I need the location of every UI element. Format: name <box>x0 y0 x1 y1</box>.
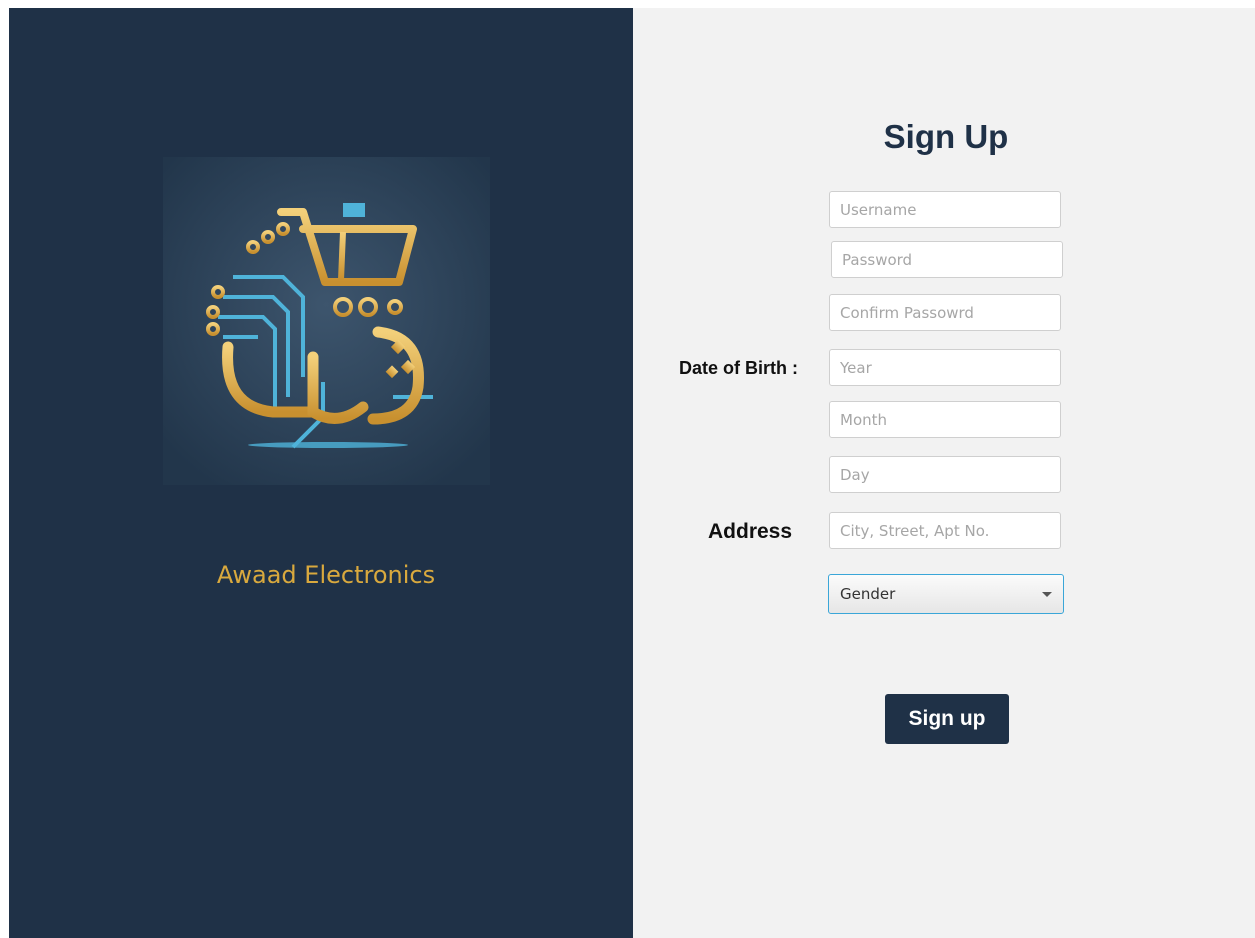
dob-label: Date of Birth : <box>679 358 798 378</box>
gender-select[interactable]: Gender <box>828 574 1064 614</box>
username-field[interactable] <box>829 191 1061 228</box>
day-field[interactable] <box>829 456 1061 493</box>
address-label: Address <box>708 520 793 543</box>
gender-select-value: Gender <box>840 585 896 603</box>
brand-name: Awaad Electronics <box>216 561 436 589</box>
brand-panel: Awaad Electronics <box>9 8 633 938</box>
chevron-down-icon <box>1042 592 1052 597</box>
month-field[interactable] <box>829 401 1061 438</box>
year-field[interactable] <box>829 349 1061 386</box>
password-field[interactable] <box>831 241 1063 278</box>
store-logo-icon <box>163 157 490 485</box>
address-field[interactable] <box>829 512 1061 549</box>
signup-button[interactable]: Sign up <box>885 694 1009 744</box>
confirm-password-field[interactable] <box>829 294 1061 331</box>
page-title: Sign Up <box>883 118 1009 155</box>
signup-panel: Sign Up Date of Birth : Address Gender S… <box>633 8 1255 938</box>
